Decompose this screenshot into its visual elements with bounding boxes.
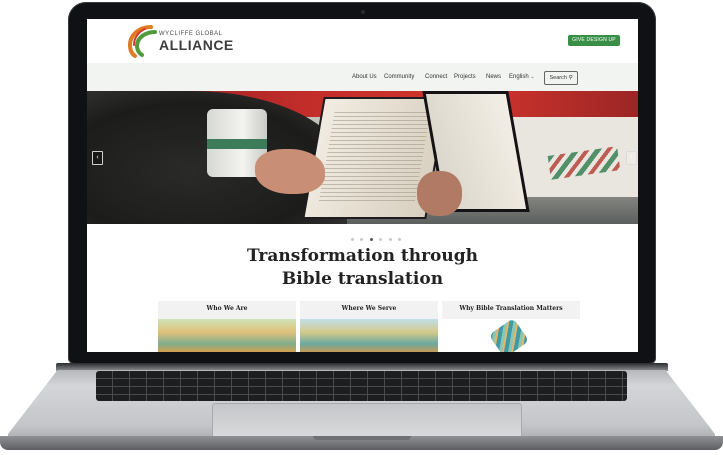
nav-news[interactable]: News [486, 74, 501, 80]
search-icon: ⚲ [568, 75, 573, 81]
nav-projects[interactable]: Projects [454, 74, 476, 80]
card-title: Why Bible Translation Matters [459, 305, 563, 312]
nav-connect[interactable]: Connect [425, 74, 447, 80]
keyboard-row-divider [96, 394, 627, 395]
card-why-bible-translation-matters[interactable]: Why Bible Translation Matters [442, 301, 580, 352]
carousel-dot[interactable] [398, 238, 402, 241]
card-where-we-serve[interactable]: Where We Serve [300, 301, 438, 352]
browser-viewport: WYCLIFFE GLOBAL ALLIANCE GIVE DESIGN UP … [87, 19, 638, 352]
nav-community[interactable]: Community [384, 74, 414, 80]
site-header: WYCLIFFE GLOBAL ALLIANCE GIVE DESIGN UP [87, 19, 638, 63]
nav-about-us[interactable]: About Us [352, 74, 377, 80]
card-illustration [488, 317, 530, 352]
laptop-hinge [56, 363, 668, 371]
give-button[interactable]: GIVE DESIGN UP [568, 35, 620, 46]
search-button[interactable]: Search ⚲ [544, 71, 578, 85]
card-title: Where We Serve [341, 305, 397, 312]
carousel-indicators [351, 228, 403, 241]
hero-book-text [318, 109, 432, 201]
chevron-down-icon: ⌄ [530, 74, 535, 80]
main-nav: About Us Community Connect Projects News… [87, 63, 638, 91]
headline-line-1: Transformation through [247, 246, 478, 266]
site-logo[interactable]: WYCLIFFE GLOBAL ALLIANCE [125, 23, 235, 59]
headline-line-2: Bible translation [281, 269, 444, 289]
keyboard-row-divider [96, 386, 627, 387]
card-image [300, 319, 438, 352]
carousel-dot[interactable] [351, 238, 354, 241]
laptop-notch [313, 436, 411, 440]
card-title: Who We Are [206, 305, 248, 312]
keyboard-row-divider [96, 378, 627, 379]
logo-swoosh-icon [127, 25, 157, 58]
search-label: Search [549, 75, 567, 81]
page-headline: Transformation through Bible translation [87, 245, 638, 291]
carousel-dot[interactable] [379, 238, 383, 241]
hero-carousel: ‹ › [87, 91, 638, 224]
language-selector[interactable]: English ⌄ [509, 74, 535, 80]
language-label: English [509, 74, 529, 80]
laptop-trackpad [212, 403, 522, 438]
carousel-dot[interactable] [360, 238, 364, 241]
card-image [442, 317, 580, 352]
card-who-we-are[interactable]: Who We Are [158, 301, 296, 352]
logo-title: ALLIANCE [159, 37, 234, 53]
hero-hand-right [417, 171, 462, 216]
hero-hand [255, 149, 325, 194]
camera-icon [361, 10, 365, 14]
carousel-next-button[interactable]: › [626, 151, 637, 165]
carousel-dot[interactable] [388, 238, 392, 241]
carousel-prev-button[interactable]: ‹ [92, 151, 103, 165]
carousel-dot-active[interactable] [369, 238, 373, 241]
hero-cup-band [207, 139, 267, 149]
card-image [158, 319, 296, 352]
